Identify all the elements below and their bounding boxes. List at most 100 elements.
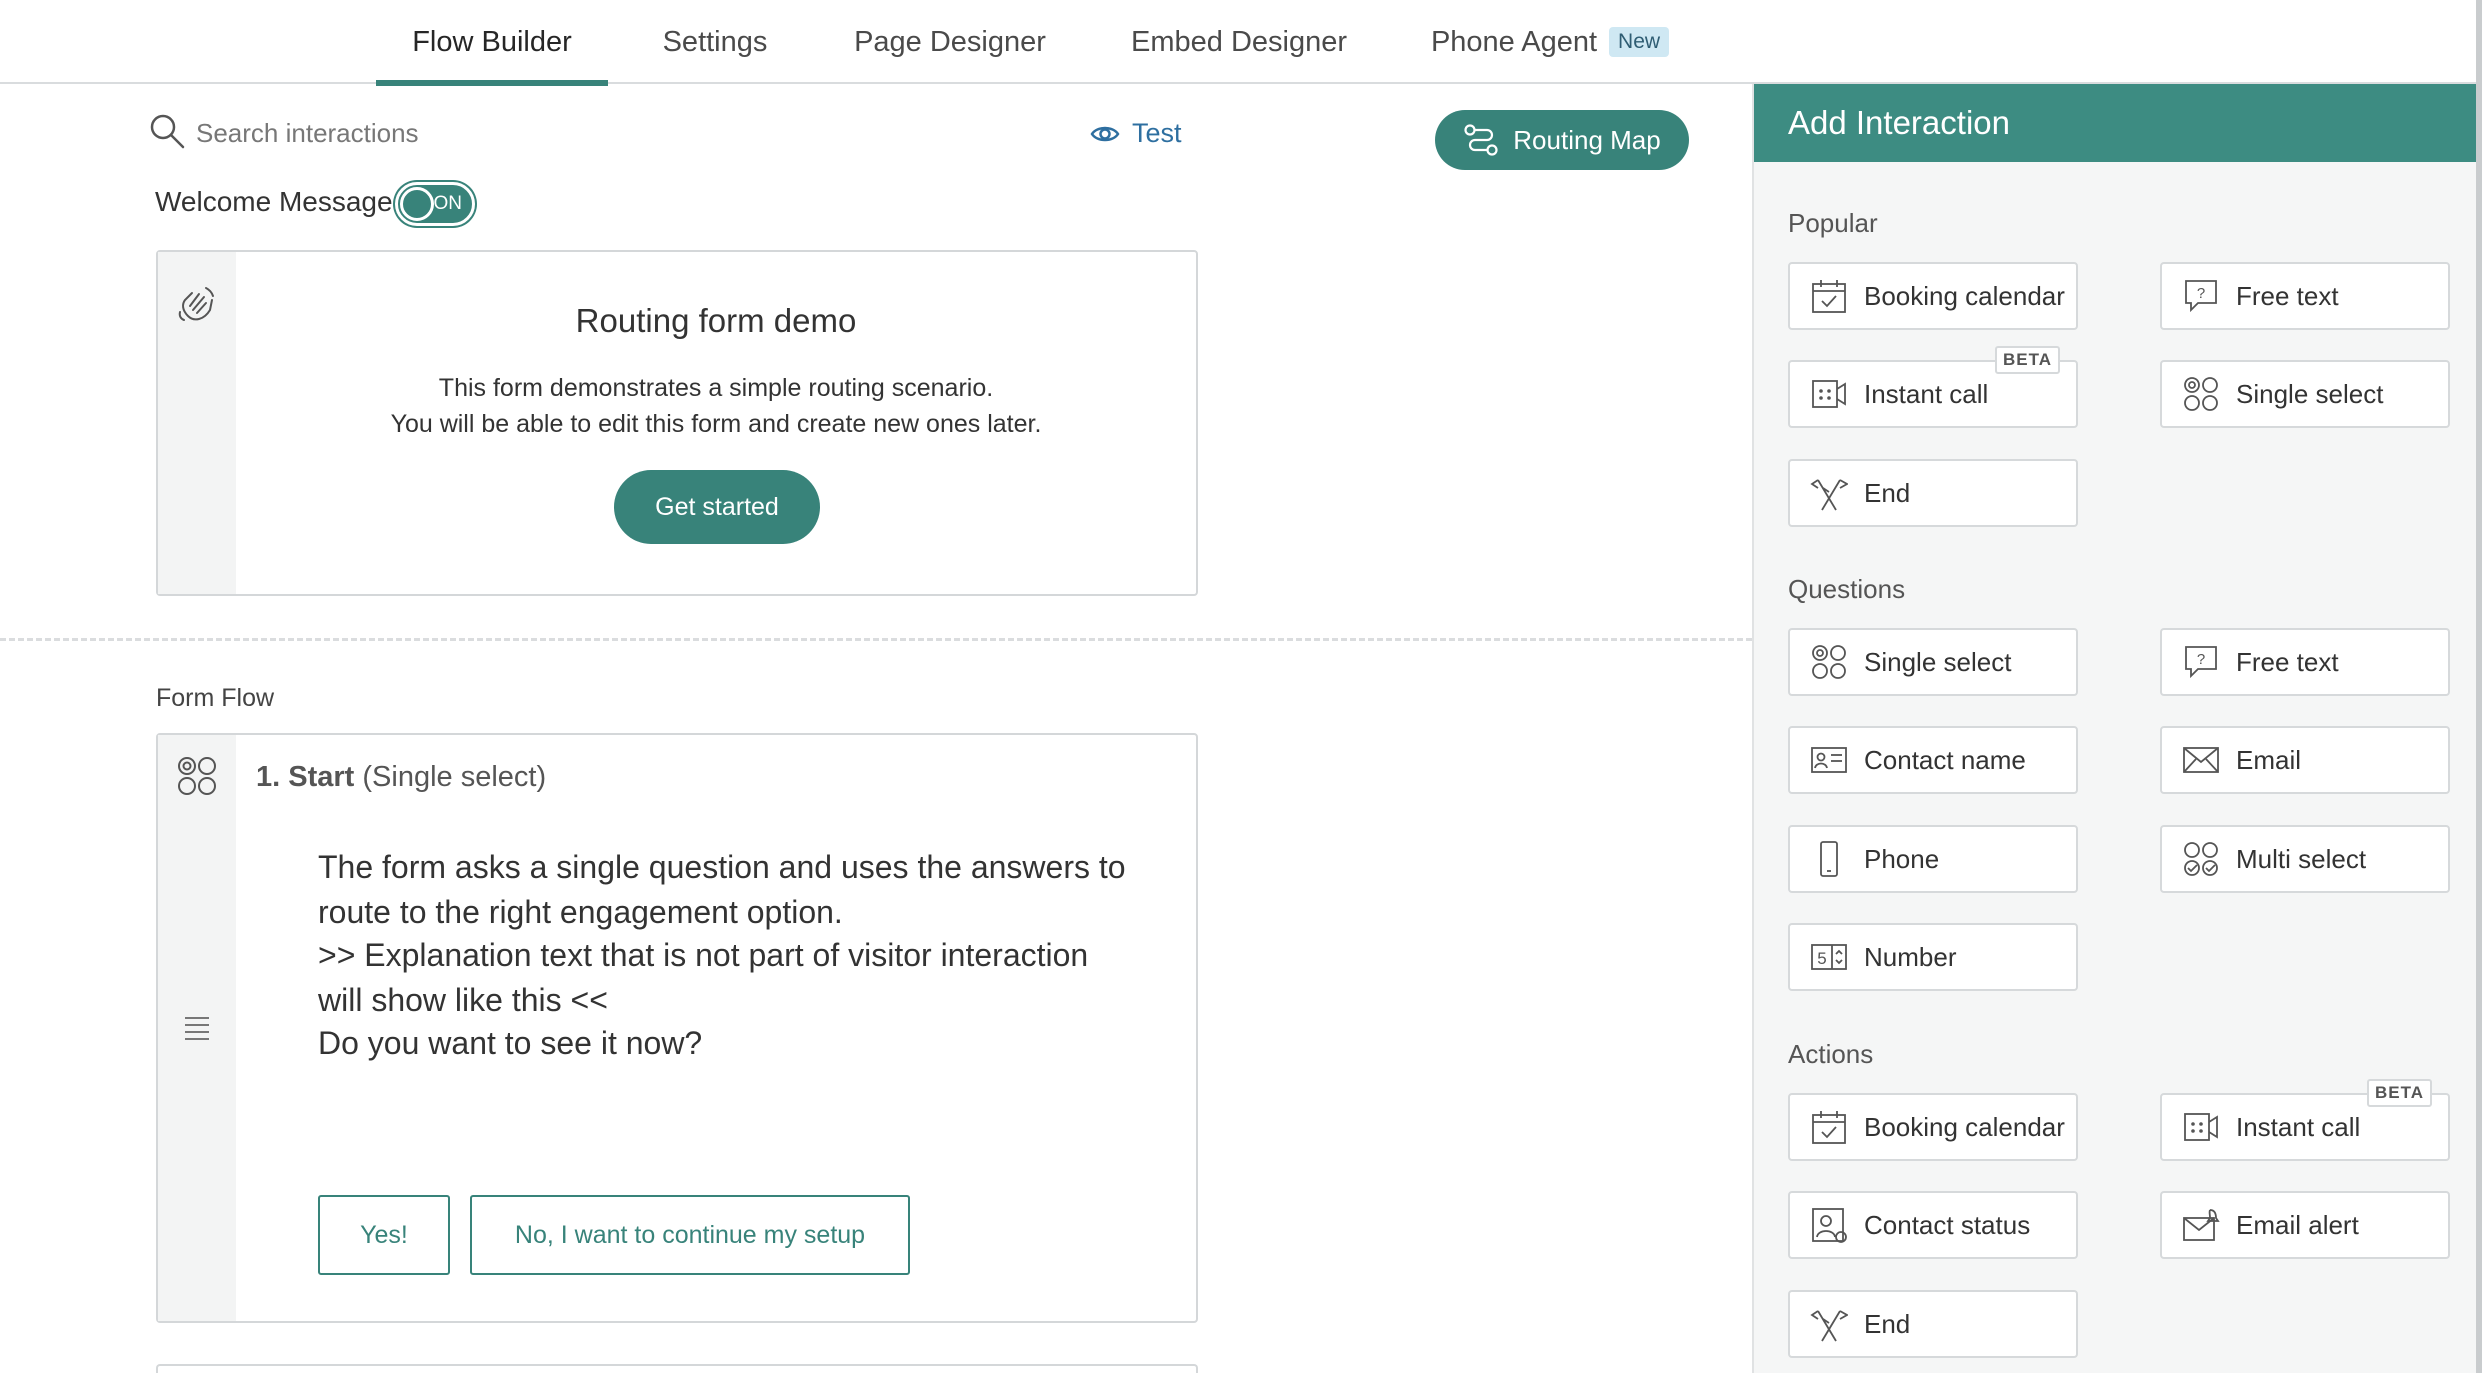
- interaction-label: Contact status: [1864, 1209, 2031, 1240]
- add-email-alert-button[interactable]: Email alert: [2160, 1191, 2450, 1259]
- number-stepper-icon: 5: [1811, 944, 1847, 970]
- section-title-popular: Popular: [1788, 208, 1878, 238]
- step-description: The form asks a single question and uses…: [318, 849, 1126, 930]
- add-booking-calendar-button[interactable]: Booking calendar: [1788, 262, 2078, 330]
- add-free-text-button[interactable]: ? Free text: [2160, 262, 2450, 330]
- video-call-icon: [2184, 1113, 2218, 1141]
- tab-settings[interactable]: Settings: [640, 0, 790, 84]
- step-question: Do you want to see it now?: [318, 1025, 703, 1061]
- tab-label: Flow Builder: [412, 25, 572, 58]
- envelope-icon: [2183, 747, 2219, 773]
- contact-status-icon: [1812, 1208, 1847, 1243]
- phone-icon: [1820, 841, 1838, 877]
- routing-map-label: Routing Map: [1513, 124, 1661, 155]
- svg-text:5: 5: [1817, 949, 1826, 968]
- add-instant-call-button[interactable]: Instant call BETA: [2160, 1079, 2450, 1161]
- interaction-label: Free text: [2236, 280, 2339, 311]
- new-badge: New: [1609, 27, 1670, 57]
- interaction-label: End: [1864, 1308, 1911, 1339]
- svg-text:?: ?: [2197, 285, 2205, 302]
- single-select-icon: [1812, 645, 1846, 679]
- tab-label: Page Designer: [854, 25, 1046, 58]
- multi-select-icon: [2184, 842, 2218, 876]
- welcome-message-toggle[interactable]: ON: [395, 182, 475, 226]
- interaction-label: Multi select: [2236, 843, 2367, 874]
- tab-page-designer[interactable]: Page Designer: [838, 0, 1062, 84]
- drag-handle-icon[interactable]: [185, 1015, 209, 1043]
- add-booking-calendar-button[interactable]: Booking calendar: [1788, 1093, 2078, 1161]
- add-interaction-panel: Add Interaction Popular Booking calendar?…: [1752, 84, 2478, 1373]
- interaction-label: Email alert: [2236, 1209, 2359, 1240]
- add-phone-button[interactable]: Phone: [1788, 825, 2078, 893]
- welcome-message-label: Welcome Message: [155, 186, 393, 217]
- calendar-icon: [1812, 280, 1846, 313]
- tab-label: Settings: [662, 25, 768, 58]
- welcome-title: Routing form demo: [575, 302, 857, 339]
- interaction-label: Number: [1864, 941, 1957, 972]
- step-heading: 1. Start (Single select): [256, 761, 546, 794]
- interaction-label: Email: [2236, 744, 2302, 775]
- welcome-line-1: This form demonstrates a simple routing …: [438, 374, 994, 402]
- add-contact-status-button[interactable]: Contact status: [1788, 1191, 2078, 1259]
- flags-icon: [1810, 479, 1848, 511]
- eye-icon: [1090, 126, 1120, 141]
- welcome-description: This form demonstrates a simple routing …: [236, 370, 1196, 442]
- tab-phone-agent[interactable]: Phone Agent New: [1420, 0, 1680, 84]
- add-number-button[interactable]: 5 Number: [1788, 923, 2078, 991]
- video-call-icon: [1812, 380, 1846, 408]
- interaction-label: Contact name: [1864, 744, 2026, 775]
- test-link[interactable]: Test: [1090, 118, 1182, 149]
- email-alert-icon: [2183, 1209, 2220, 1241]
- form-flow-label: Form Flow: [156, 684, 275, 712]
- answer-continue-setup-button[interactable]: No, I want to continue my setup: [470, 1195, 910, 1275]
- tab-flow-builder[interactable]: Flow Builder: [376, 0, 608, 86]
- next-step-card[interactable]: [156, 1364, 1198, 1373]
- routing-map-button[interactable]: Routing Map: [1435, 110, 1689, 170]
- add-email-button[interactable]: Email: [2160, 726, 2450, 794]
- add-contact-name-button[interactable]: Contact name: [1788, 726, 2078, 794]
- flow-builder-screen: Flow Builder Settings Page Designer Embe…: [0, 0, 2482, 1373]
- section-title-actions: Actions: [1788, 1039, 1874, 1069]
- question-bubble-icon: ?: [2185, 646, 2217, 679]
- window-scrollbar[interactable]: [2476, 0, 2482, 1373]
- route-icon: [1464, 124, 1498, 156]
- add-single-select-button[interactable]: Single select: [1788, 628, 2078, 696]
- question-bubble-icon: ?: [2185, 280, 2217, 313]
- search-input[interactable]: [196, 112, 756, 154]
- add-free-text-button[interactable]: ? Free text: [2160, 628, 2450, 696]
- svg-text:?: ?: [2197, 651, 2205, 668]
- top-tab-bar: Flow Builder Settings Page Designer Embe…: [0, 0, 2482, 86]
- interaction-label: Phone: [1864, 843, 1940, 874]
- interaction-label: Single select: [1864, 646, 2012, 677]
- tab-label: Embed Designer: [1131, 25, 1347, 58]
- step-explanation: >> Explanation text that is not part of …: [318, 937, 1089, 1018]
- interaction-label: Instant call: [1864, 378, 1989, 409]
- interaction-label: Booking calendar: [1864, 1111, 2065, 1142]
- id-card-icon: [1811, 747, 1847, 773]
- waving-hand-icon: [178, 287, 214, 321]
- flow-step-card[interactable]: 1. Start (Single select) The form asks a…: [156, 733, 1198, 1323]
- card-rail: [158, 252, 236, 594]
- add-end-button[interactable]: End: [1788, 459, 2078, 527]
- calendar-icon: [1812, 1111, 1846, 1144]
- add-multi-select-button[interactable]: Multi select: [2160, 825, 2450, 893]
- interaction-label: Free text: [2236, 646, 2339, 677]
- card-rail: [158, 735, 236, 1321]
- get-started-button[interactable]: Get started: [614, 470, 820, 544]
- panel-title: Add Interaction: [1754, 84, 2478, 162]
- search-icon: [150, 114, 185, 149]
- answer-yes-button[interactable]: Yes!: [318, 1195, 450, 1275]
- interaction-label: Instant call: [2236, 1111, 2361, 1142]
- beta-badge: BETA: [2366, 1079, 2432, 1107]
- single-select-icon: [178, 757, 216, 795]
- beta-badge: BETA: [1994, 346, 2060, 374]
- test-label: Test: [1132, 118, 1182, 148]
- tab-embed-designer[interactable]: Embed Designer: [1108, 0, 1370, 84]
- welcome-card[interactable]: Routing form demo This form demonstrates…: [156, 250, 1198, 596]
- add-instant-call-button[interactable]: Instant call BETA: [1788, 346, 2078, 428]
- add-end-button[interactable]: End: [1788, 1290, 2078, 1358]
- welcome-line-2: You will be able to edit this form and c…: [390, 410, 1042, 438]
- toggle-knob: [400, 187, 434, 221]
- section-title-questions: Questions: [1788, 574, 1906, 604]
- add-single-select-button[interactable]: Single select: [2160, 360, 2450, 428]
